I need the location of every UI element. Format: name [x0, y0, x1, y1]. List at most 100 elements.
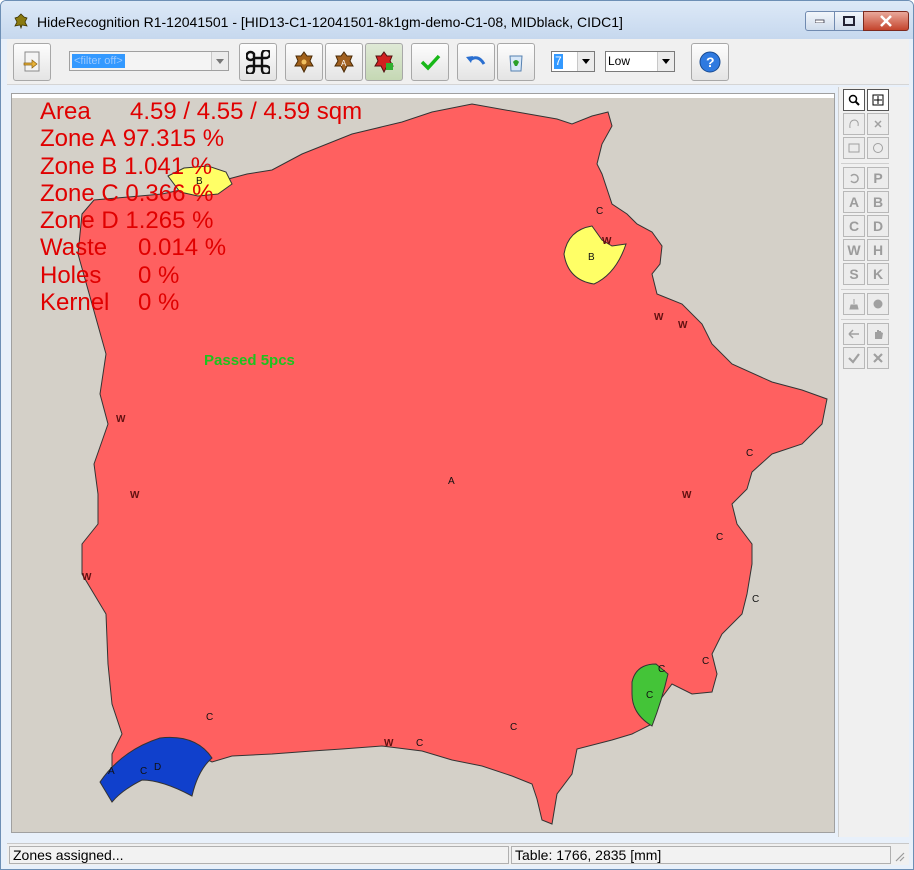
- zone-c-mark: C: [716, 532, 724, 543]
- stamp-icon: [873, 299, 883, 309]
- chevron-down-icon: [582, 59, 590, 64]
- zone-b-mark: B: [196, 176, 203, 187]
- hide-zones-icon: A: [334, 51, 354, 74]
- stamp-tool-button[interactable]: [867, 293, 889, 315]
- quality-select-value: Low: [608, 54, 631, 68]
- number-dropdown-arrow[interactable]: [577, 52, 594, 71]
- zone-c-mark: C: [596, 206, 604, 217]
- lasso-icon: [849, 119, 859, 129]
- status-table-coords: Table: 1766, 2835 [mm]: [511, 846, 891, 864]
- confirm-tool-button[interactable]: [843, 347, 865, 369]
- delete-point-button[interactable]: [867, 113, 889, 135]
- arrow-left-icon: [848, 329, 859, 339]
- lasso-tool-button[interactable]: [843, 113, 865, 135]
- hide-zones-button[interactable]: A: [325, 43, 363, 81]
- waste-mark: W: [82, 572, 92, 583]
- zone-a-mark: A: [108, 766, 115, 777]
- close-icon: [880, 15, 892, 27]
- magnifier-icon: [848, 94, 860, 106]
- open-file-button[interactable]: [13, 43, 51, 81]
- waste-mark: W: [682, 490, 692, 501]
- status-bar: Zones assigned... Table: 1766, 2835 [mm]: [7, 843, 909, 865]
- waste-mark: W: [678, 320, 688, 331]
- rotate-icon: [850, 173, 859, 184]
- right-panel-edge: [890, 87, 909, 837]
- waste-button[interactable]: W: [843, 239, 865, 261]
- zone-a-mark: A: [448, 476, 455, 487]
- zone-c-mark: C: [752, 594, 760, 605]
- hide-color-icon: [374, 51, 394, 74]
- circle-icon: [873, 143, 883, 153]
- rectangle-tool-button[interactable]: [843, 137, 865, 159]
- hide-scan-button[interactable]: [285, 43, 323, 81]
- back-arrow-button[interactable]: [843, 323, 865, 345]
- passed-label: Passed 5pcs: [204, 352, 295, 369]
- open-file-icon: [23, 51, 40, 72]
- zoom-tool-button[interactable]: [843, 89, 865, 111]
- hide-canvas[interactable]: Area 4.59 / 4.55 / 4.59 sqm Zone A 97.315…: [11, 93, 835, 833]
- command-icon: [246, 50, 270, 74]
- title-bar[interactable]: HideRecognition R1-12041501 - [HID13-C1-…: [1, 1, 913, 39]
- brush-tool-button[interactable]: [843, 293, 865, 315]
- kernel-button[interactable]: K: [867, 263, 889, 285]
- zone-b-mark: B: [588, 252, 595, 263]
- window-title: HideRecognition R1-12041501 - [HID13-C1-…: [37, 14, 623, 30]
- filter-value: <filter off>: [72, 54, 125, 68]
- zone-d-mark: D: [154, 762, 162, 773]
- zone-b-button[interactable]: B: [867, 191, 889, 213]
- fit-view-button[interactable]: [867, 89, 889, 111]
- zone-c-mark: C: [646, 690, 654, 701]
- hand-tool-button[interactable]: [867, 323, 889, 345]
- zone-c-mark: C: [140, 766, 148, 777]
- maximize-button[interactable]: [834, 11, 864, 31]
- resize-grip-icon[interactable]: [893, 850, 905, 862]
- close-button[interactable]: [863, 11, 909, 31]
- zone-p-button[interactable]: P: [867, 167, 889, 189]
- side-toolbox: P A B C D W H S K: [838, 87, 890, 837]
- cancel-tool-button[interactable]: [867, 347, 889, 369]
- minimize-icon: [815, 19, 825, 23]
- close-icon: [873, 353, 883, 363]
- toolbar: <filter off> A 7 Low ?: [7, 39, 909, 85]
- circle-tool-button[interactable]: [867, 137, 889, 159]
- hide-icon: [294, 51, 314, 74]
- zone-c-mark: C: [416, 738, 424, 749]
- help-button[interactable]: ?: [691, 43, 729, 81]
- zone-d-button[interactable]: D: [867, 215, 889, 237]
- stat-row: Zone A 97.315 %: [40, 125, 225, 153]
- zone-c-button[interactable]: C: [843, 215, 865, 237]
- zone-c-mark: C: [510, 722, 518, 733]
- waste-mark: W: [130, 490, 140, 501]
- s-tool-button[interactable]: S: [843, 263, 865, 285]
- minimize-button[interactable]: [805, 11, 835, 31]
- stat-row: Holes 0 %: [40, 261, 180, 289]
- stat-row: Zone D 1.265 %: [40, 207, 214, 235]
- zone-statistics: Area 4.59 / 4.55 / 4.59 sqm Zone A 97.315…: [40, 98, 362, 316]
- rotate-tool-button[interactable]: [843, 167, 865, 189]
- fit-view-icon: [872, 94, 884, 106]
- zone-c-mark: C: [658, 664, 666, 675]
- svg-text:A: A: [341, 59, 347, 68]
- waste-mark: W: [654, 312, 664, 323]
- quality-select[interactable]: Low: [605, 51, 675, 72]
- filter-dropdown-arrow[interactable]: [211, 52, 228, 70]
- command-button[interactable]: [239, 43, 277, 81]
- stat-row: Waste 0.014 %: [40, 234, 227, 262]
- zone-a-button[interactable]: A: [843, 191, 865, 213]
- chevron-down-icon: [662, 59, 670, 64]
- undo-button[interactable]: [457, 43, 495, 81]
- waste-mark: W: [602, 236, 612, 247]
- number-select[interactable]: 7: [551, 51, 595, 72]
- filter-select[interactable]: <filter off>: [69, 51, 229, 71]
- accept-button[interactable]: [411, 43, 449, 81]
- assign-zones-button[interactable]: [365, 43, 403, 81]
- recycle-button[interactable]: [497, 43, 535, 81]
- stat-row: Kernel 0 %: [40, 289, 180, 317]
- quality-dropdown-arrow[interactable]: [657, 52, 674, 71]
- status-message: Zones assigned...: [9, 846, 509, 864]
- zone-c-mark: C: [746, 448, 754, 459]
- checkmark-icon: [848, 353, 860, 364]
- help-icon: ?: [699, 51, 721, 73]
- holes-button[interactable]: H: [867, 239, 889, 261]
- rectangle-icon: [848, 143, 860, 153]
